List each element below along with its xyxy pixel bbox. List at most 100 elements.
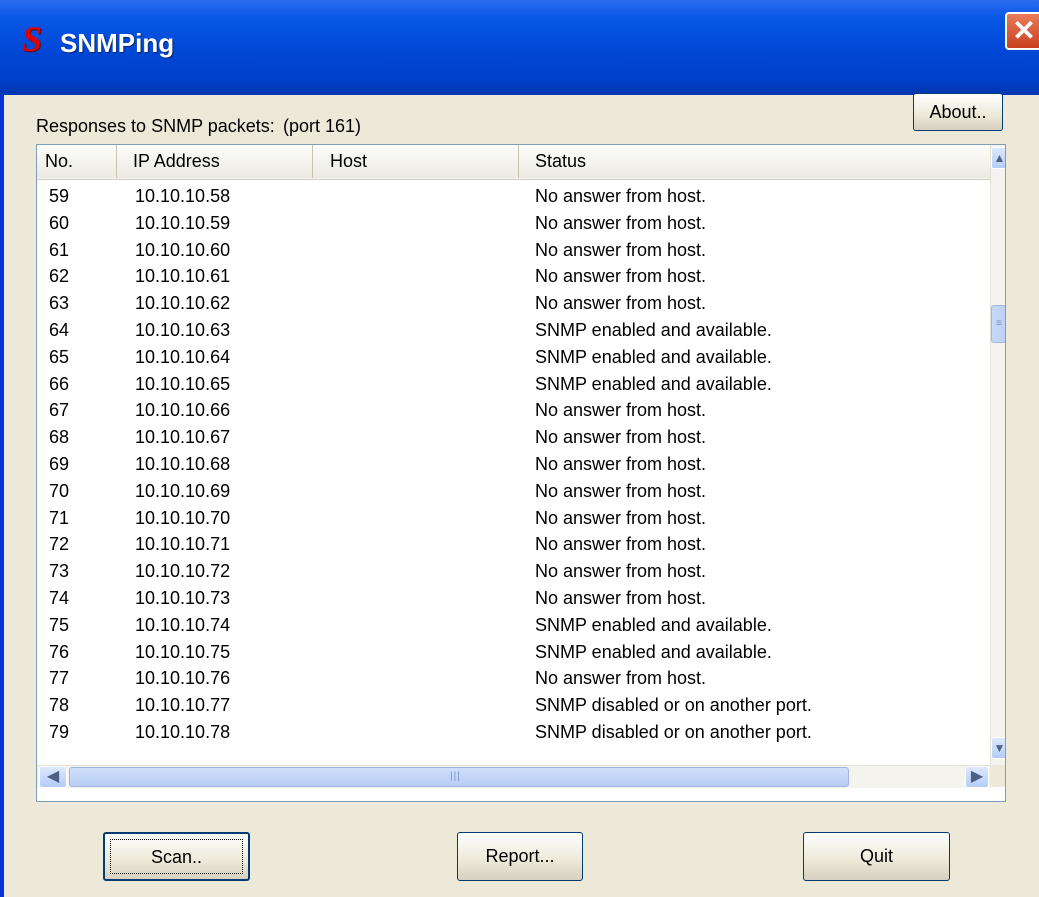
cell-status: SNMP enabled and available. (535, 319, 772, 340)
cell-no: 79 (49, 721, 70, 742)
cell-ip-address: 10.10.10.66 (135, 400, 231, 421)
table-row[interactable]: 64 10.10.10.63 SNMP enabled and available. (37, 317, 991, 344)
table-row[interactable]: 73 10.10.10.72 No answer from host. (37, 558, 991, 585)
cell-ip-address: 10.10.10.74 (135, 614, 231, 635)
cell-no: 63 (49, 293, 70, 314)
cell-no: 69 (49, 453, 70, 474)
column-header-host[interactable]: Host (313, 145, 519, 178)
about-button[interactable]: About.. (913, 93, 1003, 131)
scroll-right-button[interactable]: ▶ (965, 766, 989, 788)
table-row[interactable]: 76 10.10.10.75 SNMP enabled and available. (37, 639, 991, 666)
cell-status: SNMP enabled and available. (535, 641, 772, 662)
cell-no: 59 (49, 186, 70, 206)
column-header-status[interactable]: Status (519, 145, 991, 178)
cell-status: No answer from host. (535, 453, 707, 474)
cell-status: No answer from host. (535, 561, 707, 582)
cell-status: SNMP disabled or on another port. (535, 695, 812, 716)
cell-ip-address: 10.10.10.73 (135, 587, 231, 608)
table-row[interactable]: 65 10.10.10.64 SNMP enabled and available. (37, 344, 991, 371)
cell-ip-address: 10.10.10.71 (135, 534, 231, 555)
cell-no: 75 (49, 614, 70, 635)
table-row[interactable]: 66 10.10.10.65 SNMP enabled and available. (37, 371, 991, 398)
table-row[interactable]: 61 10.10.10.60 No answer from host. (37, 237, 991, 264)
vertical-scrollbar[interactable]: ▲ ≡ ▼ (990, 145, 1006, 765)
table-row[interactable]: 72 10.10.10.71 No answer from host. (37, 531, 991, 558)
cell-no: 70 (49, 480, 70, 501)
cell-ip-address: 10.10.10.58 (135, 186, 231, 206)
cell-status: No answer from host. (535, 427, 707, 448)
cell-status: No answer from host. (535, 293, 707, 314)
cell-no: 77 (49, 668, 70, 689)
cell-ip-address: 10.10.10.69 (135, 480, 231, 501)
table-row[interactable]: 75 10.10.10.74 SNMP enabled and available. (37, 612, 991, 639)
table-row[interactable]: 67 10.10.10.66 No answer from host. (37, 397, 991, 424)
close-button[interactable]: ✕ (1005, 12, 1039, 50)
cell-status: No answer from host. (535, 668, 707, 689)
responses-list[interactable]: No. IP Address Host Status 59 10.10.10.58… (36, 144, 1006, 802)
table-row[interactable]: 68 10.10.10.67 No answer from host. (37, 424, 991, 451)
list-header: No. IP Address Host Status (37, 145, 991, 180)
cell-status: No answer from host. (535, 212, 707, 233)
cell-status: No answer from host. (535, 186, 707, 206)
horizontal-scrollbar[interactable]: ◀ ||| ▶ (37, 765, 991, 788)
table-row[interactable]: 70 10.10.10.69 No answer from host. (37, 478, 991, 505)
cell-no: 71 (49, 507, 70, 528)
cell-status: No answer from host. (535, 480, 707, 501)
cell-no: 67 (49, 400, 70, 421)
cell-status: No answer from host. (535, 400, 707, 421)
title-bar[interactable]: S SNMPing ✕ (0, 0, 1039, 95)
cell-ip-address: 10.10.10.77 (135, 695, 231, 716)
window-title: SNMPing (60, 28, 175, 58)
cell-status: No answer from host. (535, 534, 707, 555)
vertical-scroll-thumb[interactable]: ≡ (991, 305, 1005, 343)
snmping-window: S SNMPing ✕ Responses to SNMP packets: (… (0, 0, 1039, 897)
cell-no: 62 (49, 266, 70, 287)
cell-status: No answer from host. (535, 266, 707, 287)
cell-no: 78 (49, 695, 70, 716)
grip-icon: ≡ (996, 318, 1002, 329)
cell-ip-address: 10.10.10.72 (135, 561, 231, 582)
table-row[interactable]: 63 10.10.10.62 No answer from host. (37, 290, 991, 317)
cell-status: SNMP enabled and available. (535, 614, 772, 635)
cell-no: 66 (49, 373, 70, 394)
cell-ip-address: 10.10.10.70 (135, 507, 231, 528)
table-row[interactable]: 71 10.10.10.70 No answer from host. (37, 505, 991, 532)
table-row[interactable]: 62 10.10.10.61 No answer from host. (37, 263, 991, 290)
cell-ip-address: 10.10.10.63 (135, 319, 231, 340)
chevron-left-icon: ◀ (46, 768, 60, 785)
cell-ip-address: 10.10.10.65 (135, 373, 231, 394)
cell-no: 65 (49, 346, 70, 367)
scroll-left-button[interactable]: ◀ (39, 766, 67, 788)
table-row[interactable]: 74 10.10.10.73 No answer from host. (37, 585, 991, 612)
scroll-up-button[interactable]: ▲ (991, 147, 1006, 169)
snmping-app-icon: S (22, 19, 43, 59)
cell-ip-address: 10.10.10.67 (135, 427, 231, 448)
quit-button[interactable]: Quit (803, 832, 950, 881)
scan-button[interactable]: Scan.. (103, 832, 250, 881)
table-row[interactable]: 69 10.10.10.68 No answer from host. (37, 451, 991, 478)
table-row[interactable]: 60 10.10.10.59 No answer from host. (37, 210, 991, 237)
cell-no: 74 (49, 587, 70, 608)
table-row[interactable]: 79 10.10.10.78 SNMP disabled or on another… (37, 719, 991, 746)
cell-ip-address: 10.10.10.62 (135, 293, 231, 314)
column-header-no[interactable]: No. (37, 145, 117, 178)
cell-ip-address: 10.10.10.61 (135, 266, 231, 287)
cell-status: SNMP disabled or on another port. (535, 721, 812, 742)
column-header-ip-address[interactable]: IP Address (117, 145, 313, 178)
scroll-down-button[interactable]: ▼ (991, 737, 1006, 759)
horizontal-scroll-thumb[interactable]: ||| (69, 767, 849, 787)
chevron-up-icon: ▲ (993, 151, 1006, 165)
cell-ip-address: 10.10.10.60 (135, 239, 231, 260)
chevron-down-icon: ▼ (993, 741, 1006, 755)
responses-label: Responses to SNMP packets: (36, 116, 275, 136)
cell-ip-address: 10.10.10.78 (135, 721, 231, 742)
scan-button-label: Scan.. (110, 839, 243, 874)
cell-no: 68 (49, 427, 70, 448)
table-row[interactable]: 78 10.10.10.77 SNMP disabled or on another… (37, 692, 991, 719)
table-row[interactable]: 77 10.10.10.76 No answer from host. (37, 665, 991, 692)
scrollbar-corner (990, 765, 1005, 787)
cell-no: 73 (49, 561, 70, 582)
report-button[interactable]: Report... (457, 832, 583, 881)
table-row[interactable]: 59 10.10.10.58 No answer from host. (37, 183, 991, 210)
cell-no: 60 (49, 212, 70, 233)
